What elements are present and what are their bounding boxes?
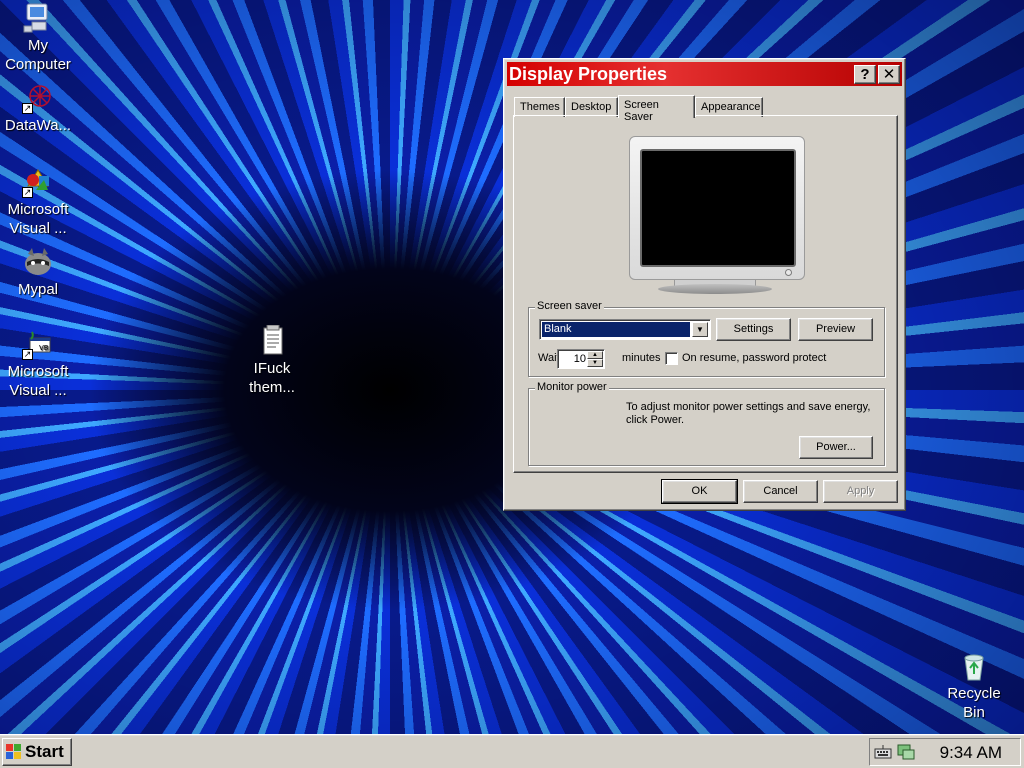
desktop-icon-my-computer[interactable]: My Computer	[0, 2, 76, 74]
spinner-arrows[interactable]: ▲ ▼	[587, 351, 603, 367]
system-tray: 9:34 AM	[869, 738, 1021, 766]
desktop-icon-label: My Computer	[5, 37, 71, 73]
spin-down-icon[interactable]: ▼	[587, 359, 603, 367]
desktop-icon-mypal[interactable]: Mypal	[0, 246, 76, 299]
desktop-icon-recycle-bin[interactable]: Recycle Bin	[936, 650, 1012, 722]
password-protect-checkbox[interactable]	[665, 352, 678, 365]
apply-button[interactable]: Apply	[823, 480, 898, 503]
cancel-button[interactable]: Cancel	[743, 480, 818, 503]
desktop-icon-label: DataWa...	[4, 117, 72, 134]
power-button[interactable]: Power...	[799, 436, 873, 459]
monitor-stand	[658, 284, 772, 294]
mypal-icon	[22, 246, 54, 278]
preview-button[interactable]: Preview	[798, 318, 873, 341]
keyboard-icon[interactable]	[874, 744, 892, 760]
clock[interactable]: 9:34 AM	[940, 743, 1002, 763]
desktop-icon-label: Microsoft Visual ...	[7, 363, 69, 399]
spin-up-icon[interactable]: ▲	[587, 351, 603, 359]
power-led-icon	[785, 269, 792, 276]
shortcut-arrow-icon: ↗	[22, 103, 33, 114]
settings-button[interactable]: Settings	[716, 318, 791, 341]
datawa-icon: ↗	[22, 82, 54, 114]
password-protect-label: On resume, password protect	[682, 352, 827, 364]
minutes-label: minutes	[622, 352, 661, 364]
display-properties-dialog: Display Properties ? ✕ Themes Desktop Sc…	[503, 58, 906, 511]
start-label: Start	[25, 742, 64, 761]
desktop-icon-microsoft-visual-studio[interactable]: ↗ Microsoft Visual ...	[0, 166, 76, 238]
dialog-title-bar[interactable]: Display Properties ? ✕	[507, 62, 902, 86]
network-icon[interactable]	[896, 743, 916, 761]
tab-themes[interactable]: Themes	[514, 97, 565, 117]
desktop-icon-label: Microsoft Visual ...	[7, 201, 69, 237]
my-computer-icon	[22, 2, 54, 34]
screen-saver-selected-value: Blank	[542, 322, 690, 337]
screen-saver-select[interactable]: Blank ▼	[539, 319, 711, 340]
wait-minutes-spinner[interactable]: 10 ▲ ▼	[557, 349, 605, 369]
monitor-case	[629, 136, 805, 280]
windows-flag-icon	[6, 744, 22, 760]
start-button[interactable]: Start	[2, 738, 72, 766]
wait-minutes-value: 10	[573, 353, 586, 365]
ok-button[interactable]: OK	[661, 479, 738, 504]
dialog-title: Display Properties	[509, 63, 668, 84]
help-button[interactable]: ?	[854, 65, 876, 84]
text-file-icon	[256, 324, 288, 357]
screen-saver-group: Screen saver Blank ▼ Settings Preview Wa…	[528, 300, 885, 377]
desktop-icon-label: IFuck them...	[249, 360, 295, 396]
close-button[interactable]: ✕	[878, 65, 900, 84]
desktop-icon-text-file[interactable]: IFuck them...	[234, 324, 310, 397]
monitor-power-group-label: Monitor power	[535, 381, 609, 393]
visual-basic-icon: VB ↗	[22, 328, 54, 360]
monitor-power-description: To adjust monitor power settings and sav…	[626, 401, 871, 426]
tab-appearance[interactable]: Appearance	[695, 97, 763, 117]
monitor-power-group: Monitor power To adjust monitor power se…	[528, 381, 885, 466]
monitor-preview	[626, 136, 805, 294]
shortcut-arrow-icon: ↗	[22, 349, 33, 360]
recycle-bin-icon	[958, 650, 990, 682]
screen-saver-group-label: Screen saver	[535, 300, 604, 312]
svg-text:VB: VB	[39, 344, 49, 352]
visual-studio-icon: ↗	[22, 166, 54, 198]
tab-desktop[interactable]: Desktop	[565, 97, 618, 117]
screen-saver-panel: Screen saver Blank ▼ Settings Preview Wa…	[513, 115, 898, 473]
desktop-icon-label: Mypal	[17, 281, 58, 298]
preview-screen	[640, 149, 796, 267]
chevron-down-icon[interactable]: ▼	[692, 322, 708, 337]
tab-screen-saver[interactable]: Screen Saver	[618, 95, 695, 123]
desktop-icon-microsoft-visual-basic[interactable]: VB ↗ Microsoft Visual ...	[0, 328, 76, 400]
taskbar: Start 9:34 AM	[0, 734, 1024, 768]
desktop-icon-label: Recycle Bin	[947, 685, 1001, 721]
shortcut-arrow-icon: ↗	[22, 187, 33, 198]
desktop-icon-datawa[interactable]: ↗ DataWa...	[0, 82, 76, 135]
